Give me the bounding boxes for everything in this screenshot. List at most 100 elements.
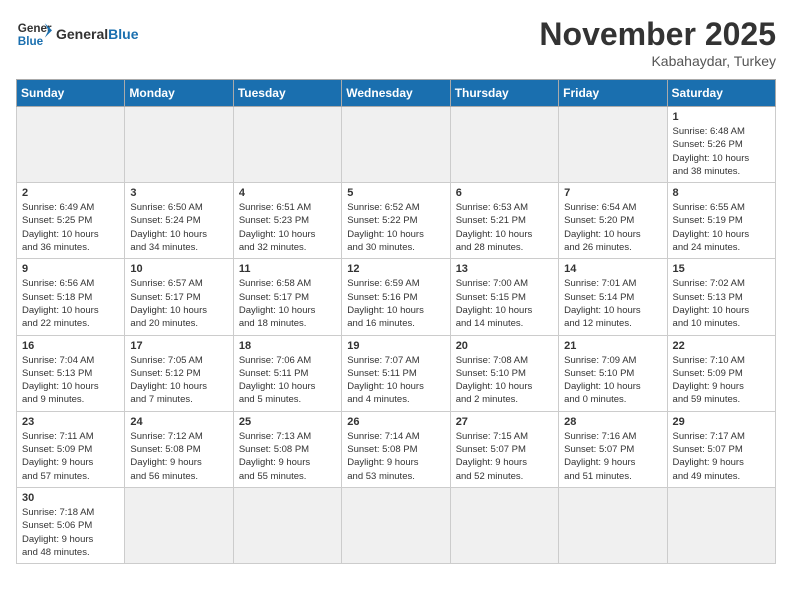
day-number: 28 bbox=[564, 416, 661, 428]
header-wednesday: Wednesday bbox=[342, 80, 450, 107]
day-cell: 15Sunrise: 7:02 AM Sunset: 5:13 PM Dayli… bbox=[667, 259, 775, 335]
day-number: 19 bbox=[347, 340, 444, 352]
page-header: General Blue GeneralBlue November 2025 K… bbox=[16, 16, 776, 69]
day-info: Sunrise: 6:55 AM Sunset: 5:19 PM Dayligh… bbox=[673, 201, 770, 254]
day-cell bbox=[450, 487, 558, 563]
day-info: Sunrise: 6:56 AM Sunset: 5:18 PM Dayligh… bbox=[22, 277, 119, 330]
day-info: Sunrise: 6:58 AM Sunset: 5:17 PM Dayligh… bbox=[239, 277, 336, 330]
location-subtitle: Kabahaydar, Turkey bbox=[539, 53, 776, 69]
day-info: Sunrise: 6:50 AM Sunset: 5:24 PM Dayligh… bbox=[130, 201, 227, 254]
day-cell: 25 Sunrise: 7:13 AM Sunset: 5:08 PM Dayli… bbox=[233, 411, 341, 487]
day-number: 22 bbox=[673, 340, 770, 352]
day-number: 21 bbox=[564, 340, 661, 352]
day-number: 16 bbox=[22, 340, 119, 352]
day-number: 3 bbox=[130, 187, 227, 199]
week-row-3: 9 Sunrise: 6:56 AM Sunset: 5:18 PM Daylig… bbox=[17, 259, 776, 335]
day-cell: 12 Sunrise: 6:59 AM Sunset: 5:16 PM Dayli… bbox=[342, 259, 450, 335]
month-title: November 2025 bbox=[539, 16, 776, 53]
header-sunday: Sunday bbox=[17, 80, 125, 107]
day-cell: 23 Sunrise: 7:11 AM Sunset: 5:09 PM Dayli… bbox=[17, 411, 125, 487]
day-cell: 6Sunrise: 6:53 AM Sunset: 5:21 PM Daylig… bbox=[450, 183, 558, 259]
day-cell bbox=[559, 487, 667, 563]
day-number: 8 bbox=[673, 187, 770, 199]
day-number: 10 bbox=[130, 263, 227, 275]
day-cell: 28Sunrise: 7:16 AM Sunset: 5:07 PM Dayli… bbox=[559, 411, 667, 487]
svg-text:Blue: Blue bbox=[18, 35, 44, 48]
day-cell: 1 Sunrise: 6:48 AM Sunset: 5:26 PM Daylig… bbox=[667, 107, 775, 183]
day-cell: 29 Sunrise: 7:17 AM Sunset: 5:07 PM Dayli… bbox=[667, 411, 775, 487]
day-cell: 4Sunrise: 6:51 AM Sunset: 5:23 PM Daylig… bbox=[233, 183, 341, 259]
header-monday: Monday bbox=[125, 80, 233, 107]
week-row-4: 16Sunrise: 7:04 AM Sunset: 5:13 PM Dayli… bbox=[17, 335, 776, 411]
day-info: Sunrise: 7:14 AM Sunset: 5:08 PM Dayligh… bbox=[347, 430, 444, 483]
day-cell bbox=[667, 487, 775, 563]
day-cell: 5 Sunrise: 6:52 AM Sunset: 5:22 PM Daylig… bbox=[342, 183, 450, 259]
logo: General Blue GeneralBlue bbox=[16, 16, 138, 52]
day-info: Sunrise: 7:11 AM Sunset: 5:09 PM Dayligh… bbox=[22, 430, 119, 483]
day-number: 24 bbox=[130, 416, 227, 428]
day-number: 27 bbox=[456, 416, 553, 428]
day-info: Sunrise: 6:59 AM Sunset: 5:16 PM Dayligh… bbox=[347, 277, 444, 330]
day-cell bbox=[17, 107, 125, 183]
week-row-6: 30Sunrise: 7:18 AM Sunset: 5:06 PM Dayli… bbox=[17, 487, 776, 563]
day-cell: 16Sunrise: 7:04 AM Sunset: 5:13 PM Dayli… bbox=[17, 335, 125, 411]
day-cell bbox=[450, 107, 558, 183]
logo-text: GeneralBlue bbox=[56, 26, 138, 42]
day-cell: 30Sunrise: 7:18 AM Sunset: 5:06 PM Dayli… bbox=[17, 487, 125, 563]
day-cell: 20Sunrise: 7:08 AM Sunset: 5:10 PM Dayli… bbox=[450, 335, 558, 411]
day-number: 1 bbox=[673, 111, 770, 123]
day-cell: 19Sunrise: 7:07 AM Sunset: 5:11 PM Dayli… bbox=[342, 335, 450, 411]
day-info: Sunrise: 6:52 AM Sunset: 5:22 PM Dayligh… bbox=[347, 201, 444, 254]
day-number: 12 bbox=[347, 263, 444, 275]
day-info: Sunrise: 6:57 AM Sunset: 5:17 PM Dayligh… bbox=[130, 277, 227, 330]
day-number: 5 bbox=[347, 187, 444, 199]
day-info: Sunrise: 7:08 AM Sunset: 5:10 PM Dayligh… bbox=[456, 354, 553, 407]
day-cell: 7 Sunrise: 6:54 AM Sunset: 5:20 PM Daylig… bbox=[559, 183, 667, 259]
day-cell: 27 Sunrise: 7:15 AM Sunset: 5:07 PM Dayli… bbox=[450, 411, 558, 487]
week-row-1: 1 Sunrise: 6:48 AM Sunset: 5:26 PM Daylig… bbox=[17, 107, 776, 183]
day-cell: 26 Sunrise: 7:14 AM Sunset: 5:08 PM Dayli… bbox=[342, 411, 450, 487]
header-saturday: Saturday bbox=[667, 80, 775, 107]
day-cell: 13 Sunrise: 7:00 AM Sunset: 5:15 PM Dayli… bbox=[450, 259, 558, 335]
day-info: Sunrise: 7:06 AM Sunset: 5:11 PM Dayligh… bbox=[239, 354, 336, 407]
day-info: Sunrise: 7:13 AM Sunset: 5:08 PM Dayligh… bbox=[239, 430, 336, 483]
day-number: 2 bbox=[22, 187, 119, 199]
header-friday: Friday bbox=[559, 80, 667, 107]
day-info: Sunrise: 6:49 AM Sunset: 5:25 PM Dayligh… bbox=[22, 201, 119, 254]
day-info: Sunrise: 6:48 AM Sunset: 5:26 PM Dayligh… bbox=[673, 125, 770, 178]
day-number: 29 bbox=[673, 416, 770, 428]
day-info: Sunrise: 7:17 AM Sunset: 5:07 PM Dayligh… bbox=[673, 430, 770, 483]
day-cell: 8 Sunrise: 6:55 AM Sunset: 5:19 PM Daylig… bbox=[667, 183, 775, 259]
week-row-2: 2 Sunrise: 6:49 AM Sunset: 5:25 PM Daylig… bbox=[17, 183, 776, 259]
day-cell: 10 Sunrise: 6:57 AM Sunset: 5:17 PM Dayli… bbox=[125, 259, 233, 335]
day-cell: 11Sunrise: 6:58 AM Sunset: 5:17 PM Dayli… bbox=[233, 259, 341, 335]
day-cell bbox=[342, 487, 450, 563]
svg-text:General: General bbox=[18, 22, 52, 35]
day-number: 23 bbox=[22, 416, 119, 428]
day-cell bbox=[342, 107, 450, 183]
day-info: Sunrise: 6:54 AM Sunset: 5:20 PM Dayligh… bbox=[564, 201, 661, 254]
day-cell: 14Sunrise: 7:01 AM Sunset: 5:14 PM Dayli… bbox=[559, 259, 667, 335]
day-cell: 17Sunrise: 7:05 AM Sunset: 5:12 PM Dayli… bbox=[125, 335, 233, 411]
day-cell: 18 Sunrise: 7:06 AM Sunset: 5:11 PM Dayli… bbox=[233, 335, 341, 411]
day-number: 26 bbox=[347, 416, 444, 428]
week-row-5: 23 Sunrise: 7:11 AM Sunset: 5:09 PM Dayli… bbox=[17, 411, 776, 487]
day-number: 9 bbox=[22, 263, 119, 275]
day-info: Sunrise: 7:15 AM Sunset: 5:07 PM Dayligh… bbox=[456, 430, 553, 483]
day-info: Sunrise: 6:53 AM Sunset: 5:21 PM Dayligh… bbox=[456, 201, 553, 254]
day-cell: 2 Sunrise: 6:49 AM Sunset: 5:25 PM Daylig… bbox=[17, 183, 125, 259]
day-info: Sunrise: 7:01 AM Sunset: 5:14 PM Dayligh… bbox=[564, 277, 661, 330]
day-cell: 9 Sunrise: 6:56 AM Sunset: 5:18 PM Daylig… bbox=[17, 259, 125, 335]
day-cell: 22Sunrise: 7:10 AM Sunset: 5:09 PM Dayli… bbox=[667, 335, 775, 411]
day-cell: 3 Sunrise: 6:50 AM Sunset: 5:24 PM Daylig… bbox=[125, 183, 233, 259]
day-info: Sunrise: 7:00 AM Sunset: 5:15 PM Dayligh… bbox=[456, 277, 553, 330]
day-number: 18 bbox=[239, 340, 336, 352]
day-number: 7 bbox=[564, 187, 661, 199]
header-thursday: Thursday bbox=[450, 80, 558, 107]
day-number: 13 bbox=[456, 263, 553, 275]
day-info: Sunrise: 7:05 AM Sunset: 5:12 PM Dayligh… bbox=[130, 354, 227, 407]
day-number: 25 bbox=[239, 416, 336, 428]
day-info: Sunrise: 7:12 AM Sunset: 5:08 PM Dayligh… bbox=[130, 430, 227, 483]
title-block: November 2025 Kabahaydar, Turkey bbox=[539, 16, 776, 69]
day-info: Sunrise: 7:18 AM Sunset: 5:06 PM Dayligh… bbox=[22, 506, 119, 559]
